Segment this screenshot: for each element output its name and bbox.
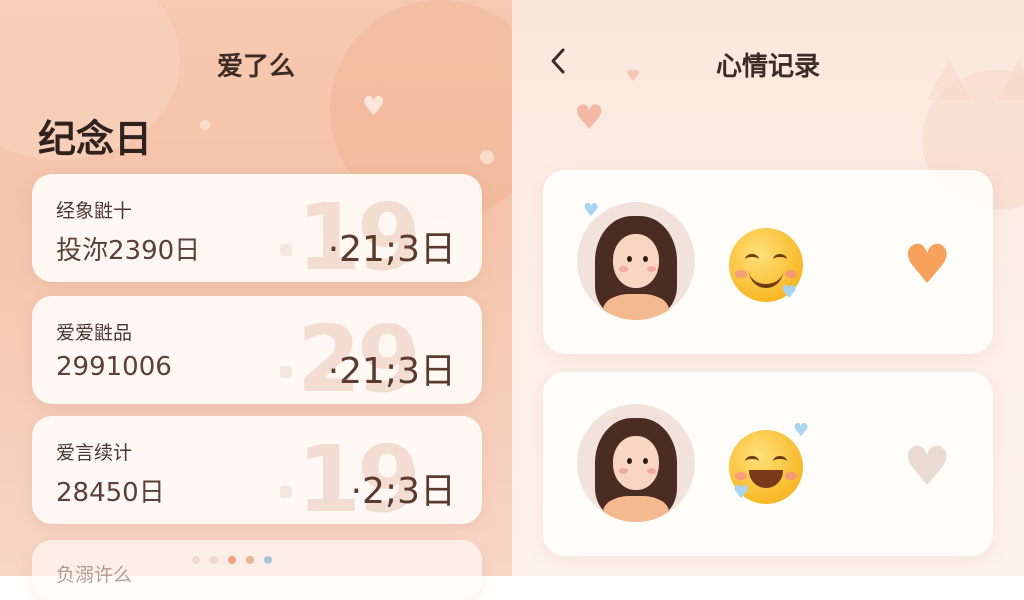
- decorative-heart-icon: ♥: [362, 92, 386, 122]
- anniversary-countdown: ·2;3日: [350, 471, 456, 512]
- pager-dot: [228, 556, 236, 564]
- sparkle-heart-icon: ♥: [733, 482, 750, 503]
- sparkle-heart-icon: ♥: [793, 420, 810, 441]
- page-indicator: [192, 556, 272, 564]
- decorative-square: [280, 244, 292, 256]
- decorative-square: [280, 486, 292, 498]
- pager-dot: [192, 556, 200, 564]
- anniversary-name: 负溺许么: [56, 564, 133, 586]
- pager-dot: [210, 556, 218, 564]
- girl-avatar: [577, 404, 695, 522]
- decorative-heart-icon: ♥: [574, 98, 605, 138]
- anniversary-countdown: ·21;3日: [327, 351, 456, 392]
- decorative-dot: [200, 120, 210, 130]
- girl-avatar: [577, 202, 695, 320]
- anniversary-card[interactable]: 19 经象鼪十 投沵2390日 ·21;3日: [32, 174, 482, 282]
- section-title: 纪念日: [38, 117, 153, 161]
- anniversary-name: 经象鼪十: [56, 200, 133, 222]
- anniversary-countdown: ·21;3日: [327, 229, 456, 270]
- heart-icon[interactable]: ♥: [903, 238, 951, 292]
- decorative-dot: [480, 150, 494, 164]
- app-title: 爱了么: [216, 52, 295, 82]
- anniversary-days: 投沵2390日: [56, 236, 201, 266]
- page-title: 心情记录: [715, 52, 820, 82]
- pager-dot: [246, 556, 254, 564]
- mood-card[interactable]: ♥ ♥ ♥: [543, 372, 993, 556]
- anniversary-card[interactable]: 负溺许么: [32, 540, 482, 600]
- anniversary-card[interactable]: 29 爱爱鼪品 2991006 ·21;3日: [32, 296, 482, 404]
- anniversary-card[interactable]: 19 爱言续计 28450日 ·2;3日: [32, 416, 482, 524]
- pager-dot: [264, 556, 272, 564]
- anniversary-name: 爱爱鼪品: [56, 322, 133, 344]
- anniversary-days: 28450日: [56, 478, 165, 508]
- heart-icon[interactable]: ♥: [903, 440, 951, 494]
- decorative-square: [280, 366, 292, 378]
- anniversary-days: 2991006: [56, 352, 172, 382]
- mood-card[interactable]: ♥ ♥ ♥: [543, 170, 993, 354]
- sparkle-heart-icon: ♥: [781, 282, 798, 303]
- anniversary-name: 爱言续计: [56, 442, 133, 464]
